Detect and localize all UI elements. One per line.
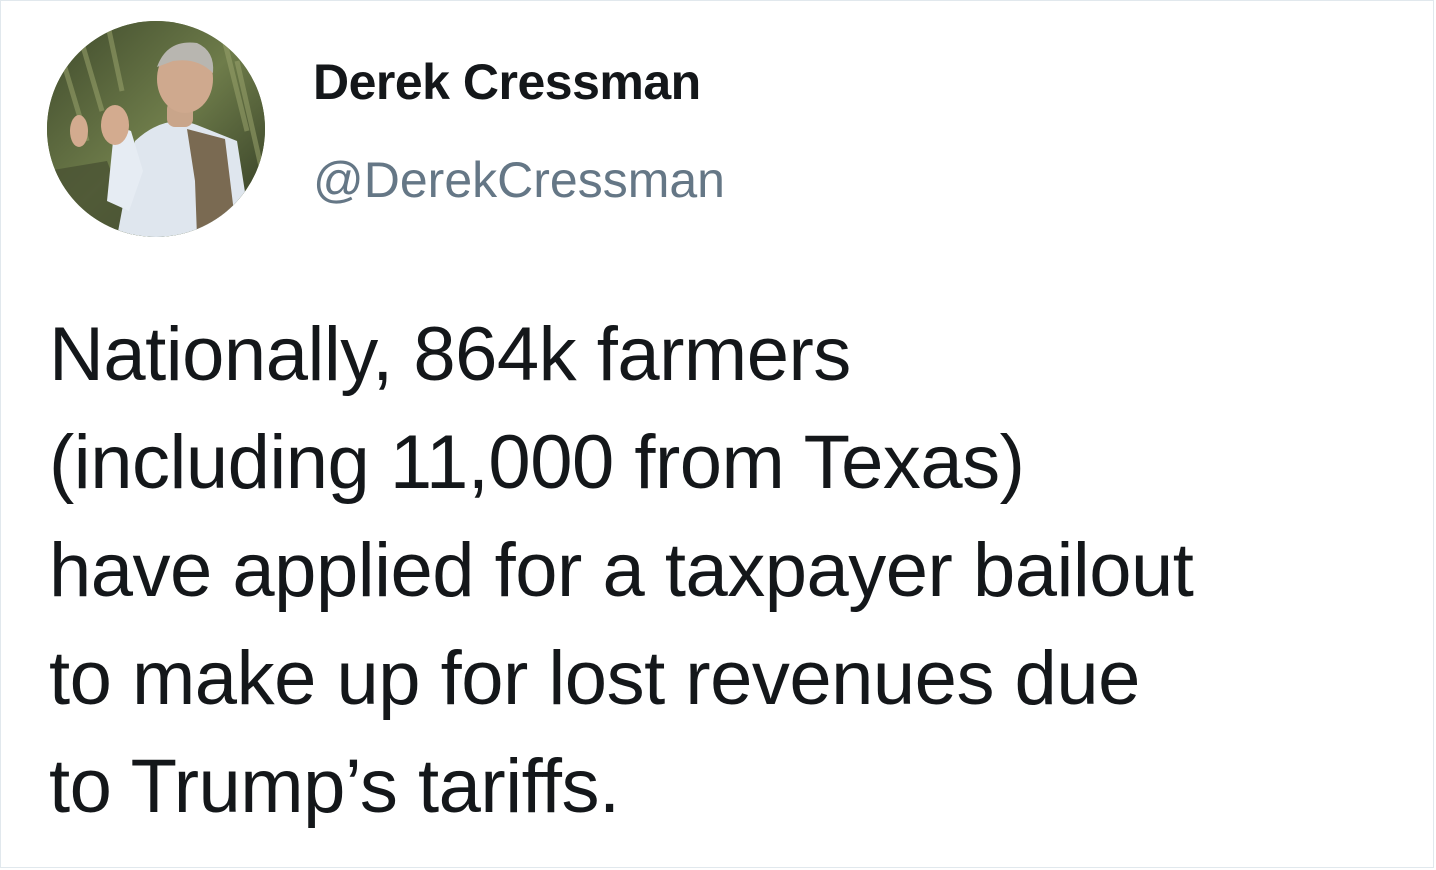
tweet-line: to Trump’s tariffs.: [49, 744, 620, 829]
tweet-text: Nationally, 864k farmers (including 11,0…: [49, 301, 1419, 841]
profile-photo-icon: [47, 21, 265, 237]
author-handle[interactable]: @DerekCressman: [313, 151, 725, 209]
author-name[interactable]: Derek Cressman: [313, 53, 701, 111]
tweet-line: to make up for lost revenues due: [49, 636, 1140, 721]
tweet-line: Nationally, 864k farmers: [49, 312, 851, 397]
avatar[interactable]: [47, 21, 265, 237]
tweet-line: (including 11,000 from Texas): [49, 420, 1025, 505]
tweet-card: Derek Cressman @DerekCressman Nationally…: [0, 0, 1434, 868]
tweet-line: have applied for a taxpayer bailout: [49, 528, 1194, 613]
